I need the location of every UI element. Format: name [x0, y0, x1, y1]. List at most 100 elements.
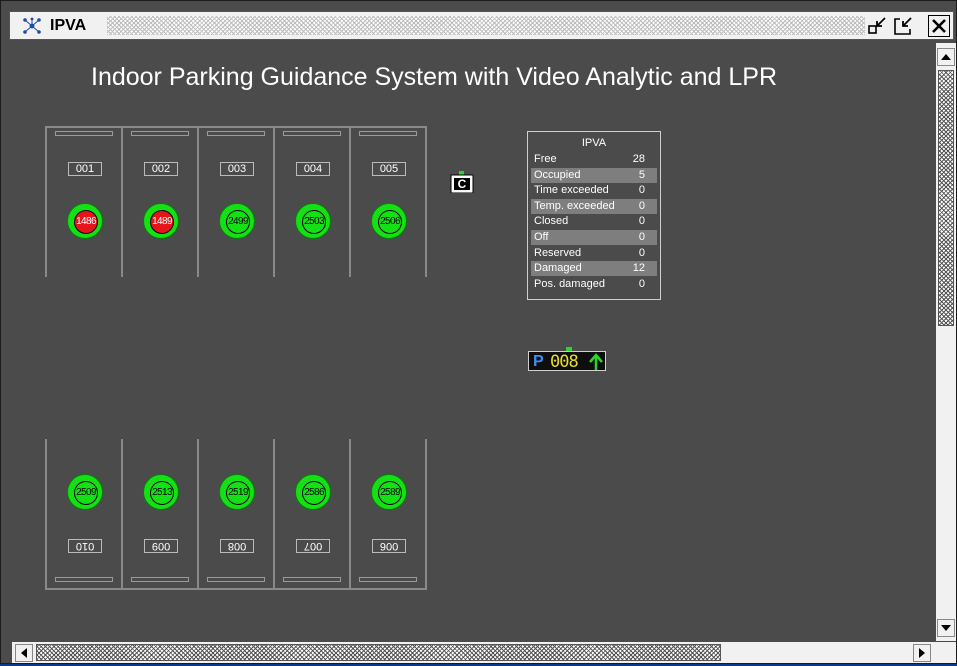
- stall-bar: [55, 577, 113, 582]
- close-icon: [932, 19, 946, 33]
- stats-title: IPVA: [581, 137, 607, 149]
- arrow-down-small-icon: [941, 625, 951, 631]
- minimize-button[interactable]: [866, 15, 888, 37]
- parking-stall[interactable]: 007 2586: [275, 439, 349, 589]
- parking-stall[interactable]: 006 2589: [351, 439, 425, 589]
- parking-stall[interactable]: 004 2503: [275, 128, 349, 278]
- stall-bar: [359, 577, 417, 582]
- title-bar[interactable]: IPVA: [9, 11, 954, 40]
- stall-bar: [283, 131, 341, 136]
- sensor-id: 1489: [150, 210, 174, 234]
- stall-bar: [283, 577, 341, 582]
- stall-number: 010: [68, 539, 102, 553]
- stats-value: 5: [638, 168, 645, 181]
- parking-stall[interactable]: 009 2513: [123, 439, 197, 589]
- stats-value: 0: [638, 246, 645, 259]
- restore-button[interactable]: [892, 15, 914, 37]
- stats-label: Closed: [534, 215, 569, 228]
- sensor-id: 2586: [302, 481, 326, 505]
- scroll-right-button[interactable]: [913, 644, 931, 662]
- parking-sensor-free[interactable]: 2499: [219, 203, 255, 239]
- stats-label: Damaged: [534, 262, 582, 275]
- sensor-id: 2509: [74, 481, 98, 505]
- horizontal-scroll-thumb[interactable]: [36, 644, 721, 661]
- stats-value: 0: [638, 277, 645, 290]
- stall-bar: [207, 131, 265, 136]
- stats-row: Off 0: [531, 230, 657, 245]
- parking-stall[interactable]: 008 2519: [199, 439, 273, 589]
- sensor-id: 2589: [378, 481, 402, 505]
- display-count: 008: [550, 352, 579, 372]
- stats-label: Occupied: [534, 168, 581, 181]
- title-bar-pattern: [107, 16, 865, 35]
- page-title: Indoor Parking Guidance System with Vide…: [91, 63, 778, 91]
- stats-value: 0: [638, 231, 645, 243]
- parking-sensor-free[interactable]: 2513: [143, 474, 179, 510]
- parking-stall[interactable]: 003 2499: [199, 128, 273, 278]
- stats-label: Off: [534, 231, 549, 243]
- stats-label: Pos. damaged: [534, 277, 605, 290]
- stall-bar: [359, 131, 417, 136]
- sensor-id: 2513: [150, 481, 174, 505]
- stats-label: Free: [534, 153, 557, 165]
- stats-row: Temp. exceeded 0: [531, 198, 657, 214]
- stall-number: 007: [296, 539, 330, 553]
- ipva-window: IPVA Indoor Parking Guidance System with…: [0, 0, 957, 664]
- scroll-up-button[interactable]: [937, 48, 955, 66]
- camera-icon[interactable]: C: [450, 171, 474, 193]
- sensor-id: 1486: [74, 210, 98, 234]
- vertical-scroll-thumb[interactable]: [938, 70, 954, 326]
- horizontal-scrollbar[interactable]: [12, 642, 956, 663]
- stats-value: 0: [638, 199, 645, 212]
- stats-row: Closed 0: [531, 214, 657, 229]
- svg-text:C: C: [458, 177, 467, 191]
- stats-panel: IPVA Free 28 Occupied 5 Time exceeded 0 Temp. …: [527, 131, 661, 300]
- stall-number: 009: [144, 539, 178, 553]
- parking-sensor-free[interactable]: 2509: [67, 474, 103, 510]
- scroll-down-button[interactable]: [937, 619, 955, 637]
- restore-icon: [894, 17, 912, 35]
- close-button[interactable]: [928, 15, 950, 37]
- parking-stall[interactable]: 010 2509: [47, 439, 121, 589]
- arrow-up-small-icon: [941, 54, 951, 60]
- guidance-display[interactable]: P 008: [528, 351, 606, 372]
- parking-sensor-free[interactable]: 2503: [295, 203, 331, 239]
- arrow-left-small-icon: [21, 648, 27, 658]
- parking-sensor-free[interactable]: 2589: [371, 474, 407, 510]
- stats-label: Temp. exceeded: [534, 199, 615, 212]
- stall-bar: [55, 131, 113, 136]
- stats-row: Occupied 5: [531, 167, 657, 183]
- stall-bar: [131, 577, 189, 582]
- parking-stall[interactable]: 001 1486: [47, 128, 121, 278]
- stats-row: Reserved 0: [531, 246, 657, 261]
- parking-sensor-occupied[interactable]: 1489: [143, 203, 179, 239]
- stats-label: Time exceeded: [534, 184, 609, 197]
- stats-value: 0: [638, 215, 645, 228]
- stall-number: 003: [220, 162, 254, 176]
- stats-row: Damaged 12: [531, 261, 657, 277]
- scroll-left-button[interactable]: [15, 644, 33, 662]
- stats-label: Reserved: [534, 246, 582, 259]
- parking-stall[interactable]: 002 1489: [123, 128, 197, 278]
- vertical-scrollbar[interactable]: [936, 43, 956, 641]
- parking-stall[interactable]: 005 2506: [351, 128, 425, 278]
- minimize-icon: [868, 17, 886, 34]
- stall-bar: [207, 577, 265, 582]
- window-title: IPVA: [50, 17, 87, 34]
- parking-sensor-occupied[interactable]: 1486: [67, 203, 103, 239]
- stall-bar: [131, 131, 189, 136]
- stats-value: 28: [632, 153, 645, 165]
- stats-row: Free 28: [531, 152, 657, 167]
- parking-sensor-free[interactable]: 2506: [371, 203, 407, 239]
- arrow-right-small-icon: [919, 648, 925, 658]
- stats-row: Pos. damaged 0: [531, 277, 657, 292]
- sensor-id: 2499: [226, 210, 250, 234]
- stats-value: 0: [638, 184, 645, 197]
- parking-sensor-free[interactable]: 2519: [219, 474, 255, 510]
- stall-number: 005: [372, 162, 406, 176]
- stall-divider: [425, 439, 427, 589]
- sensor-id: 2519: [226, 481, 250, 505]
- sensor-id: 2503: [302, 210, 326, 234]
- stats-value: 12: [632, 262, 645, 275]
- parking-sensor-free[interactable]: 2586: [295, 474, 331, 510]
